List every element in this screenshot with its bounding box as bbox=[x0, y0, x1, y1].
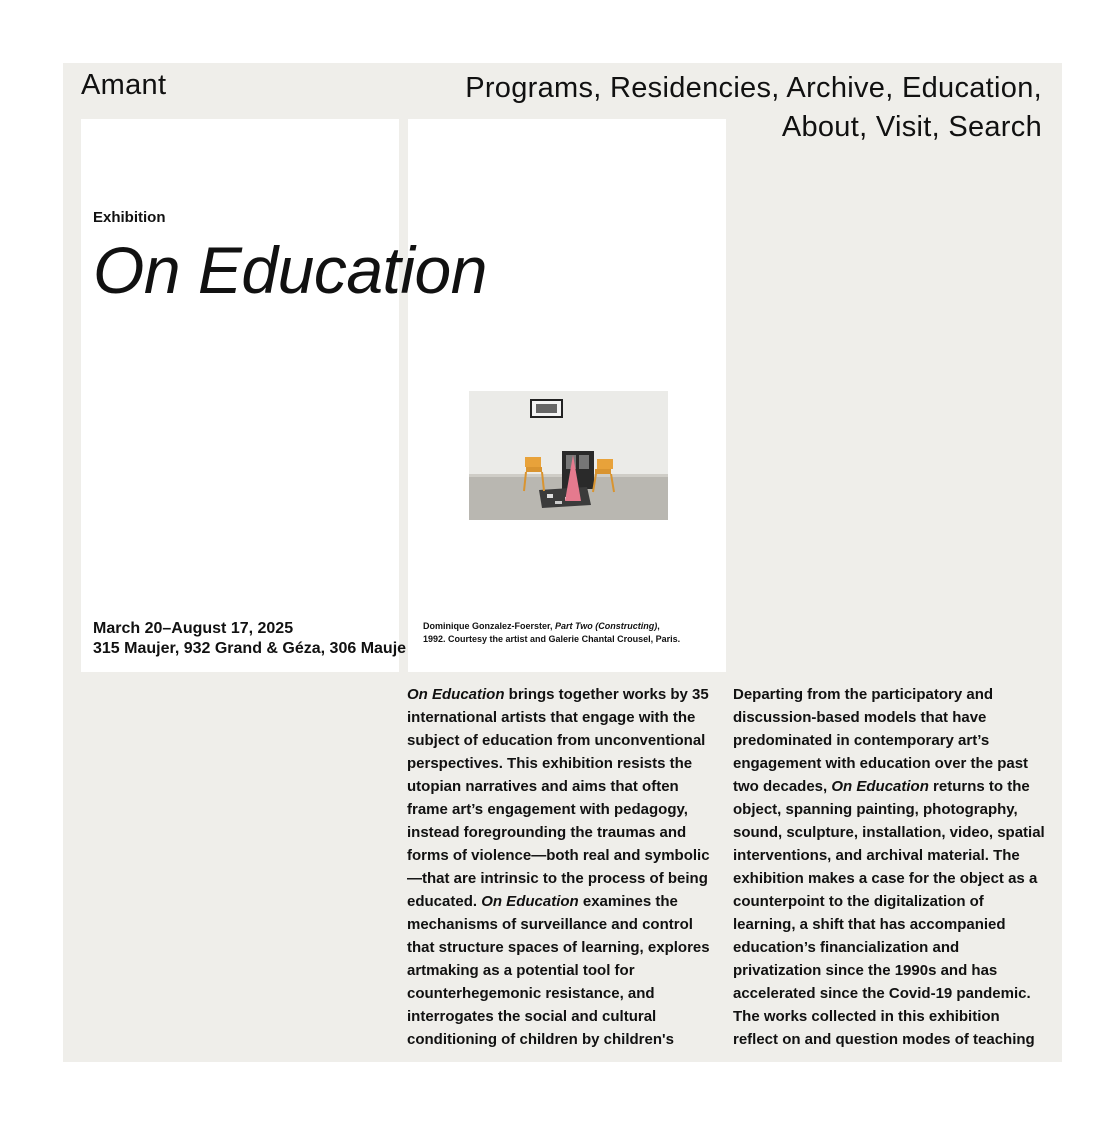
body-column-1: On Education brings together works by 35… bbox=[407, 686, 710, 1048]
exhibition-title: On Education bbox=[93, 233, 487, 307]
exhibition-photo[interactable] bbox=[469, 391, 668, 520]
nav-archive[interactable]: Archive bbox=[786, 72, 885, 104]
page-frame: Amant Programs, Residencies, Archive, Ed… bbox=[63, 63, 1062, 1062]
nav-residencies[interactable]: Residencies bbox=[610, 72, 771, 104]
nav-about[interactable]: About bbox=[782, 111, 859, 143]
nav-search[interactable]: Search bbox=[948, 111, 1042, 143]
body-column-2: Departing from the participatory and dis… bbox=[733, 686, 1045, 1048]
nav-education[interactable]: Education bbox=[902, 72, 1034, 104]
exhibition-card bbox=[81, 119, 399, 672]
nav-programs[interactable]: Programs bbox=[465, 72, 593, 104]
nav-visit[interactable]: Visit bbox=[876, 111, 932, 143]
exhibition-locations: 315 Maujer, 932 Grand & Géza, 306 Maujer bbox=[93, 640, 407, 657]
exhibition-kicker: Exhibition bbox=[93, 209, 166, 226]
image-caption: Dominique Gonzalez-Foerster, Part Two (C… bbox=[423, 621, 681, 644]
site-logo[interactable]: Amant bbox=[81, 69, 166, 102]
date-range: March 20–August 17, 2025 bbox=[93, 620, 294, 637]
exhibition-dates: March 20–August 17, 2025 315 Maujer, 932… bbox=[93, 619, 407, 659]
